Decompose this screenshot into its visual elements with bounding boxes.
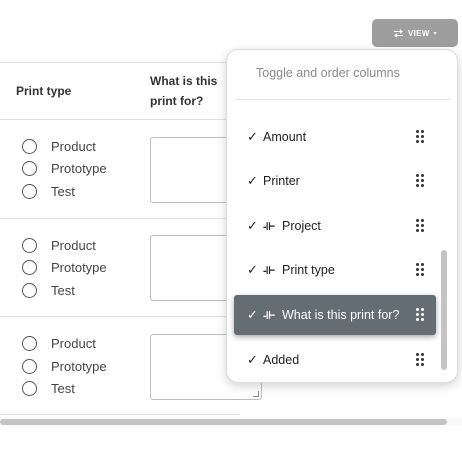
drag-handle-icon[interactable] [416,219,424,233]
radio-label: Test [51,380,75,396]
radio-circle-icon[interactable] [22,237,37,253]
column-item-purpose[interactable]: ✓ -⊩ What is this print for? [234,295,436,335]
radio-prototype[interactable]: Prototype [22,258,107,276]
drag-handle-icon[interactable] [416,174,424,188]
radio-circle-icon[interactable] [22,380,37,396]
radio-circle-icon[interactable] [22,160,37,176]
column-item-label: What is this print for? [282,308,400,322]
radio-label: Prototype [51,358,107,374]
check-icon: ✓ [247,307,258,322]
column-header-purpose: What is this print for? [150,74,218,108]
panel-divider [235,99,451,100]
column-item-printer[interactable]: ✓ Printer [234,161,436,201]
row-divider [0,414,240,415]
radio-test[interactable]: Test [22,281,75,299]
radio-product[interactable]: Product [22,334,96,352]
view-button-label: VIEW [408,28,430,38]
radio-circle-icon[interactable] [22,183,37,199]
column-toggle-panel: Toggle and order columns ✓ Amount ✓ Prin… [226,49,458,383]
column-item-label: Amount [263,130,307,144]
pin-icon: -⊩ [263,220,276,233]
horizontal-scrollbar-thumb[interactable] [0,419,447,425]
radio-prototype[interactable]: Prototype [22,159,107,177]
pin-icon: -⊩ [263,309,276,322]
table-header-top-border [0,62,240,63]
radio-label: Test [51,183,75,199]
check-icon: ✓ [247,173,258,188]
drag-handle-icon[interactable] [416,353,424,367]
drag-handle-icon[interactable] [416,308,424,322]
drag-handle-icon[interactable] [416,130,424,144]
column-item-added[interactable]: ✓ Added [234,340,436,380]
column-item-amount[interactable]: ✓ Amount [234,117,436,157]
radio-circle-icon[interactable] [22,259,37,275]
radio-label: Product [51,335,96,351]
view-button[interactable]: VIEW ▾ [372,19,458,47]
column-item-label: Added [263,353,300,367]
panel-title: Toggle and order columns [256,66,400,80]
drag-handle-icon[interactable] [416,263,424,277]
radio-label: Prototype [51,160,107,176]
radio-test[interactable]: Test [22,182,75,200]
radio-label: Product [51,237,96,253]
check-icon: ✓ [247,262,258,277]
resize-grip-icon[interactable] [253,391,259,397]
row-divider [0,316,240,317]
radio-circle-icon[interactable] [22,335,37,351]
radio-product[interactable]: Product [22,236,96,254]
column-item-print-type[interactable]: ✓ -⊩ Print type [234,250,436,290]
radio-circle-icon[interactable] [22,358,37,374]
radio-test[interactable]: Test [22,379,75,397]
radio-prototype[interactable]: Prototype [22,357,107,375]
pin-icon: -⊩ [263,264,276,277]
column-item-label: Printer [263,174,300,188]
column-item-project[interactable]: ✓ -⊩ Project [234,206,436,246]
caret-down-icon: ▾ [433,30,437,37]
column-item-label: Print type [282,263,335,277]
radio-label: Product [51,138,96,154]
header-row-divider [0,119,240,120]
check-icon: ✓ [247,129,258,144]
row-divider [0,218,240,219]
check-icon: ✓ [247,218,258,233]
radio-label: Prototype [51,259,107,275]
vertical-scrollbar-thumb[interactable] [441,250,447,370]
radio-circle-icon[interactable] [22,282,37,298]
radio-circle-icon[interactable] [22,138,37,154]
column-item-label: Project [282,219,321,233]
column-header-print-type: Print type [16,84,72,98]
radio-product[interactable]: Product [22,137,96,155]
check-icon: ✓ [247,352,258,367]
swap-horizontal-icon [394,28,404,38]
radio-label: Test [51,282,75,298]
